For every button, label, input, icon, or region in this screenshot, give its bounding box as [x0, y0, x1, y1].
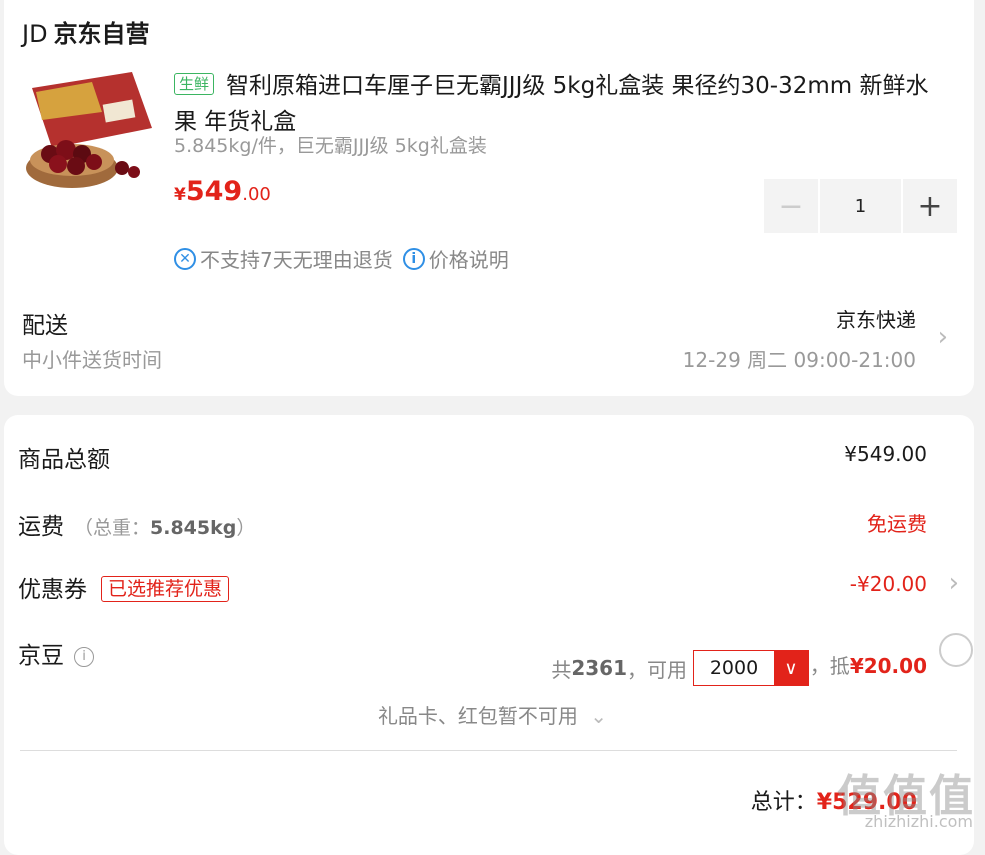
watermark-url: zhizhizhi.com: [864, 812, 973, 831]
bean-amount-select[interactable]: 2000 ∨: [693, 650, 809, 686]
bean-deduct-prefix: ，抵: [809, 654, 850, 678]
product-image[interactable]: [22, 68, 156, 192]
price-decimal: .00: [242, 184, 271, 205]
chevron-right-icon[interactable]: ›: [938, 322, 948, 352]
shipping-time[interactable]: 12-29 周二 09:00-21:00: [683, 344, 916, 373]
bean-select-value: 2000: [709, 657, 759, 679]
grand-total-label: 总计：: [750, 790, 817, 815]
weight-value: 5.845kg: [150, 517, 237, 539]
coupon-value[interactable]: -¥20.00: [850, 572, 927, 596]
price-symbol: ¥: [174, 185, 186, 205]
shop-name: 京东自营: [53, 20, 150, 48]
bean-usable-text: ，可用: [627, 657, 687, 682]
quantity-stepper: − 1 +: [764, 179, 957, 233]
chevron-right-icon[interactable]: ›: [949, 568, 959, 598]
minus-icon: −: [778, 188, 804, 224]
product-card: JD 京东自营 生鲜 智利原箱进口车厘子巨无霸JJJ级 5kg礼盒装 果径约30-3…: [4, 0, 974, 396]
jd-logo-text: JD: [22, 20, 48, 48]
price-integer: 549: [185, 176, 243, 207]
goods-total-label: 商品总额: [18, 447, 110, 473]
divider: [20, 750, 957, 751]
no-return-notice[interactable]: 不支持7天无理由退货: [200, 244, 393, 273]
cherries-gift-box-icon: [22, 68, 156, 192]
no-return-icon: ✕: [174, 247, 196, 270]
bean-row-label: 京豆 i: [18, 636, 94, 670]
quantity-input[interactable]: 1: [820, 179, 901, 233]
coupon-tag[interactable]: 已选推荐优惠: [101, 576, 230, 602]
goods-total-value: ¥549.00: [844, 442, 927, 466]
plus-icon: +: [917, 188, 943, 224]
shipping-sub-label: 中小件送货时间: [22, 348, 162, 372]
bean-deduct-value: ¥20.00: [849, 654, 927, 678]
shipping-method[interactable]: 京东快递: [836, 304, 916, 333]
coupon-row: 优惠券 已选推荐优惠: [18, 570, 230, 604]
increase-button[interactable]: +: [903, 179, 957, 233]
bean-usage: 共 2361 ，可用 2000 ∨: [551, 650, 815, 686]
product-spec[interactable]: 5.845kg/件，巨无霸JJJ级 5kg礼盒装: [174, 131, 487, 158]
bean-total: 2361: [571, 656, 627, 680]
bean-total-prefix: 共: [551, 657, 572, 682]
product-notices: ✕ 不支持7天无理由退货 i 价格说明: [174, 244, 509, 273]
bean-label: 京豆: [18, 643, 64, 669]
chevron-down-icon[interactable]: ∨: [774, 651, 808, 685]
product-title[interactable]: 生鲜 智利原箱进口车厘子巨无霸JJJ级 5kg礼盒装 果径约30-32mm 新鲜水…: [174, 68, 949, 140]
weight-suffix: ）: [236, 517, 256, 539]
bean-deduct: ，抵¥20.00: [810, 650, 927, 679]
freight-value: 免运费: [867, 512, 927, 536]
gift-card-text: 礼品卡、红包暂不可用: [377, 704, 578, 728]
price-explanation-link[interactable]: 价格说明: [429, 244, 509, 273]
bean-use-radio[interactable]: [939, 633, 973, 667]
info-icon[interactable]: i: [74, 647, 94, 667]
product-price: ¥549.00: [174, 176, 271, 207]
shipping-label: 配送: [22, 313, 68, 339]
fresh-tag: 生鲜: [174, 73, 215, 95]
product-title-text: 智利原箱进口车厘子巨无霸JJJ级 5kg礼盒装 果径约30-32mm 新鲜水果 …: [174, 73, 929, 135]
shop-title: JD 京东自营: [22, 14, 150, 49]
freight-row: 运费 （总重：5.845kg）: [18, 507, 255, 541]
chevron-down-icon: ⌄: [590, 704, 608, 728]
decrease-button[interactable]: −: [764, 179, 818, 233]
coupon-label: 优惠券: [18, 577, 87, 603]
total-weight: （总重：5.845kg）: [74, 517, 255, 539]
info-icon: i: [402, 247, 425, 270]
freight-label: 运费: [18, 514, 64, 540]
gift-card-row[interactable]: 礼品卡、红包暂不可用 ⌄: [0, 700, 985, 729]
weight-prefix: （总重：: [74, 517, 151, 539]
